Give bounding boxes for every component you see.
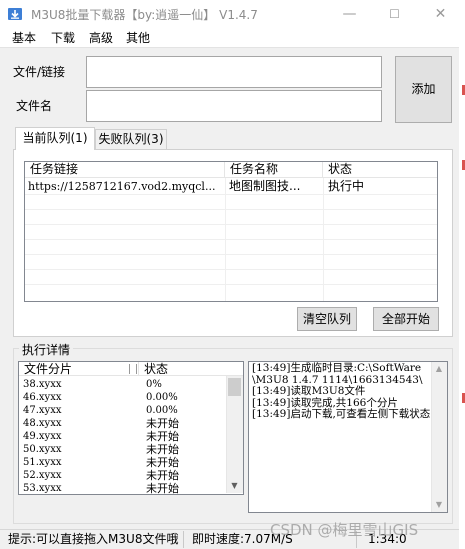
filename-input[interactable]: [86, 90, 382, 122]
row-divider: [25, 254, 437, 255]
menu-download[interactable]: 下载: [51, 29, 75, 46]
segment-status: 0.00%: [146, 405, 178, 416]
row-divider: [25, 209, 437, 210]
status-hint: 提示:可以直接拖入M3U8文件哦: [3, 531, 184, 548]
window-edge: [459, 28, 465, 549]
watermark: CSDN @梅里雪山GIS: [270, 521, 419, 539]
segment-status: 未开始: [146, 469, 179, 482]
scroll-down-arrow-icon[interactable]: ▼: [431, 500, 447, 509]
segment-status: 0.00%: [146, 392, 178, 403]
row-divider: [25, 194, 437, 195]
app-download-icon: [8, 8, 22, 20]
column-header-segment-status[interactable]: 状态: [139, 362, 243, 376]
log-scrollbar[interactable]: [431, 362, 447, 512]
clear-queue-button[interactable]: 清空队列: [297, 307, 357, 331]
segment-file: 51.xyxx: [23, 457, 62, 468]
window-title: M3U8批量下载器【by:逍遥一仙】 V1.4.7: [31, 8, 258, 22]
title-bar[interactable]: M3U8批量下载器【by:逍遥一仙】 V1.4.7 — ☐ ✕: [0, 0, 465, 28]
column-divider: [323, 178, 324, 301]
menu-advanced[interactable]: 高级: [89, 29, 113, 46]
segment-status: 未开始: [146, 482, 179, 495]
segment-list[interactable]: 文件分片 状态 38.xyxx 0% 46.xyxx 0.00% 47.xyxx…: [18, 361, 244, 495]
segment-status: 未开始: [146, 417, 179, 430]
log-text: [13:49]生成临时目录:C:\SoftWare\M3U8 1.4.7 111…: [252, 362, 431, 420]
close-button[interactable]: ✕: [418, 0, 463, 28]
segment-file: 46.xyxx: [23, 392, 62, 403]
scroll-down-arrow-icon[interactable]: ▼: [226, 481, 243, 490]
row-divider: [25, 284, 437, 285]
segment-file: 49.xyxx: [23, 431, 62, 442]
column-divider: [225, 178, 226, 301]
segment-file: 52.xyxx: [23, 470, 62, 481]
task-row-name[interactable]: 地图制图技...: [229, 179, 321, 194]
segment-file: 38.xyxx: [23, 379, 62, 390]
segment-file: 50.xyxx: [23, 444, 62, 455]
column-header-task-name[interactable]: 任务名称: [225, 162, 323, 178]
task-table[interactable]: 任务链接 任务名称 状态 https://1258712167.vod2.myq…: [24, 161, 438, 302]
menu-other[interactable]: 其他: [126, 29, 150, 46]
segment-file: 48.xyxx: [23, 418, 62, 429]
task-row-status[interactable]: 执行中: [328, 179, 428, 194]
segment-status: 0%: [146, 379, 162, 390]
column-header-status[interactable]: 状态: [323, 162, 437, 178]
maximize-button[interactable]: ☐: [372, 0, 417, 28]
segment-status: 未开始: [146, 443, 179, 456]
menu-bar: 基本 下载 高级 其他: [0, 28, 465, 47]
task-row-link[interactable]: https://1258712167.vod2.myqcl...: [28, 179, 224, 194]
add-button[interactable]: 添加: [395, 56, 452, 123]
segment-file: 47.xyxx: [23, 405, 62, 416]
row-divider: [25, 224, 437, 225]
file-link-input[interactable]: [86, 56, 382, 88]
row-divider: [25, 269, 437, 270]
minimize-button[interactable]: —: [327, 0, 372, 28]
segment-status: 未开始: [146, 430, 179, 443]
column-header-task-link[interactable]: 任务链接: [25, 162, 225, 178]
segment-file: 53.xyxx: [23, 483, 62, 494]
segment-status: 未开始: [146, 456, 179, 469]
file-link-label: 文件/链接: [13, 65, 66, 79]
execution-details-title: 执行详情: [19, 341, 74, 358]
filename-label: 文件名: [16, 99, 53, 113]
scroll-up-arrow-icon[interactable]: ▲: [431, 364, 447, 373]
column-resize-handle[interactable]: [129, 364, 137, 374]
tab-current-queue[interactable]: 当前队列(1): [15, 127, 95, 150]
column-header-segment[interactable]: 文件分片: [19, 362, 139, 376]
start-all-button[interactable]: 全部开始: [373, 307, 439, 331]
segment-list-scroll-thumb[interactable]: [228, 378, 241, 396]
row-divider: [25, 239, 437, 240]
tab-failed-queue[interactable]: 失败队列(3): [95, 129, 167, 149]
menu-basic[interactable]: 基本: [12, 29, 36, 46]
log-output[interactable]: [13:49]生成临时目录:C:\SoftWare\M3U8 1.4.7 111…: [248, 361, 448, 513]
